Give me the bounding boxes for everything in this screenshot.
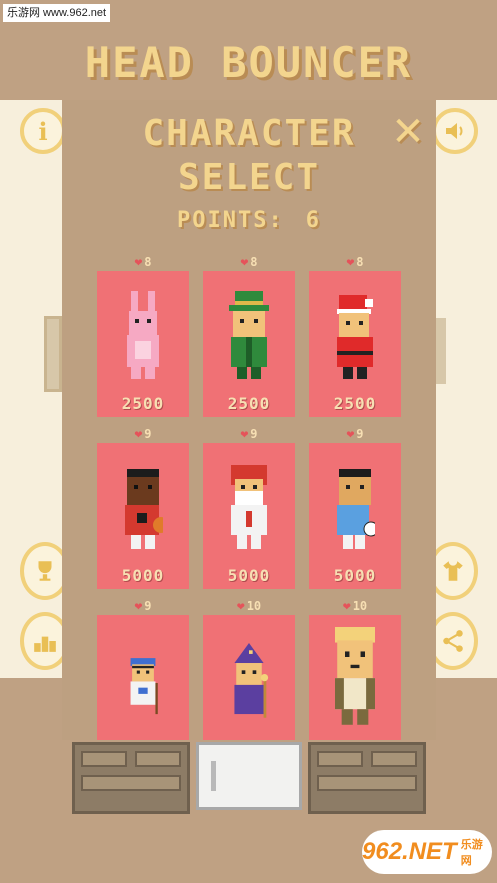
character-price: 5000 xyxy=(333,566,377,585)
character-select-panel: CHARACTER SELECT ✕ POINTS: 6 ❤ 8 2500 ❤ 8 xyxy=(62,100,436,740)
character-card[interactable]: 5000 xyxy=(309,443,401,589)
watermark-logo: 962.NET xyxy=(362,838,457,865)
cabinet-drawer xyxy=(317,751,363,767)
character-slot-blonde[interactable]: ❤ 10 xyxy=(309,597,401,740)
watermark-sub: 乐游网 xyxy=(460,839,483,867)
points-label: POINTS: xyxy=(177,208,284,233)
wall-picture-frame xyxy=(44,316,62,392)
character-slot-leprechaun[interactable]: ❤ 8 2500 xyxy=(203,253,295,417)
fridge-handle xyxy=(211,761,216,791)
watermark-bottom: 962.NET 乐游网 xyxy=(362,830,492,874)
cabinet-drawer xyxy=(317,775,417,791)
character-card[interactable] xyxy=(203,615,295,740)
lives-indicator: ❤ 9 xyxy=(97,597,189,615)
basketball-player-sprite xyxy=(125,469,163,549)
heart-icon: ❤ xyxy=(134,254,143,270)
hockey-player-sprite xyxy=(130,658,158,715)
lives-count: 10 xyxy=(246,599,262,613)
points-value: 6 xyxy=(305,208,321,233)
cabinet-drawer xyxy=(81,775,181,791)
character-price: 2500 xyxy=(121,394,165,413)
character-slot-hockey[interactable]: ❤ 9 xyxy=(97,597,189,740)
cabinet-drawer xyxy=(371,751,417,767)
kitchen-cabinet xyxy=(72,742,190,814)
heart-icon: ❤ xyxy=(240,254,249,270)
close-button[interactable]: ✕ xyxy=(390,112,426,152)
leprechaun-sprite xyxy=(229,291,269,379)
character-price: 2500 xyxy=(333,394,377,413)
heart-icon: ❤ xyxy=(236,598,245,614)
heart-icon: ❤ xyxy=(346,426,355,442)
character-slot-wizard[interactable]: ❤ 10 xyxy=(203,597,295,740)
close-icon: ✕ xyxy=(391,109,425,155)
lives-count: 10 xyxy=(352,599,368,613)
character-price: 5000 xyxy=(121,566,165,585)
cabinet-drawer xyxy=(81,751,127,767)
kitchen-cabinet xyxy=(308,742,426,814)
lives-count: 9 xyxy=(356,427,364,441)
title-line-2: SELECT xyxy=(177,157,321,198)
lives-indicator: ❤ 9 xyxy=(97,425,189,443)
character-slot-santa[interactable]: ❤ 8 2500 xyxy=(309,253,401,417)
lives-indicator: ❤ 8 xyxy=(97,253,189,271)
podium-icon xyxy=(34,636,56,652)
character-price: 5000 xyxy=(227,566,271,585)
info-icon: i xyxy=(38,116,48,146)
wizard-sprite xyxy=(234,643,269,718)
heart-icon: ❤ xyxy=(134,598,143,614)
cabinet-drawer xyxy=(135,751,181,767)
fridge xyxy=(196,742,302,810)
character-card[interactable] xyxy=(309,615,401,740)
lives-indicator: ❤ 8 xyxy=(203,253,295,271)
game-title: HEAD BOUNCER xyxy=(84,38,413,87)
modal-title: CHARACTER SELECT xyxy=(62,112,436,200)
character-card[interactable]: 2500 xyxy=(309,271,401,417)
lives-count: 8 xyxy=(356,255,364,269)
lives-indicator: ❤ 9 xyxy=(203,425,295,443)
santa-sprite xyxy=(337,295,373,379)
lives-indicator: ❤ 10 xyxy=(203,597,295,615)
heart-icon: ❤ xyxy=(342,598,351,614)
points-display: POINTS: 6 xyxy=(62,208,436,233)
bunny-sprite xyxy=(127,291,159,379)
sound-button[interactable] xyxy=(432,108,478,154)
character-card[interactable]: 2500 xyxy=(203,271,295,417)
lives-count: 9 xyxy=(144,599,152,613)
heart-icon: ❤ xyxy=(346,254,355,270)
info-button[interactable]: i xyxy=(20,108,66,154)
lives-count: 9 xyxy=(144,427,152,441)
shirt-icon xyxy=(443,561,463,581)
watermark-top: 乐游网 www.962.net xyxy=(3,4,111,22)
heart-icon: ❤ xyxy=(240,426,249,442)
character-slot-soccer[interactable]: ❤ 9 5000 xyxy=(309,425,401,589)
lives-count: 8 xyxy=(250,255,258,269)
share-icon xyxy=(443,630,463,652)
football-player-sprite xyxy=(231,465,267,549)
wall-picture-frame xyxy=(436,318,446,384)
speaker-icon xyxy=(446,123,463,139)
character-card[interactable]: 5000 xyxy=(203,443,295,589)
character-price: 2500 xyxy=(227,394,271,413)
character-card[interactable] xyxy=(97,615,189,740)
character-card[interactable]: 2500 xyxy=(97,271,189,417)
lives-indicator: ❤ 10 xyxy=(309,597,401,615)
character-card[interactable]: 5000 xyxy=(97,443,189,589)
character-slot-bunny[interactable]: ❤ 8 2500 xyxy=(97,253,189,417)
trophy-icon xyxy=(38,561,52,581)
heart-icon: ❤ xyxy=(134,426,143,442)
character-slot-basketball[interactable]: ❤ 9 5000 xyxy=(97,425,189,589)
blonde-character-sprite xyxy=(335,627,375,725)
lives-count: 9 xyxy=(250,427,258,441)
character-slot-football[interactable]: ❤ 9 5000 xyxy=(203,425,295,589)
title-line-1: CHARACTER xyxy=(142,113,356,154)
lives-count: 8 xyxy=(144,255,152,269)
lives-indicator: ❤ 8 xyxy=(309,253,401,271)
soccer-player-sprite xyxy=(337,469,375,549)
lives-indicator: ❤ 9 xyxy=(309,425,401,443)
